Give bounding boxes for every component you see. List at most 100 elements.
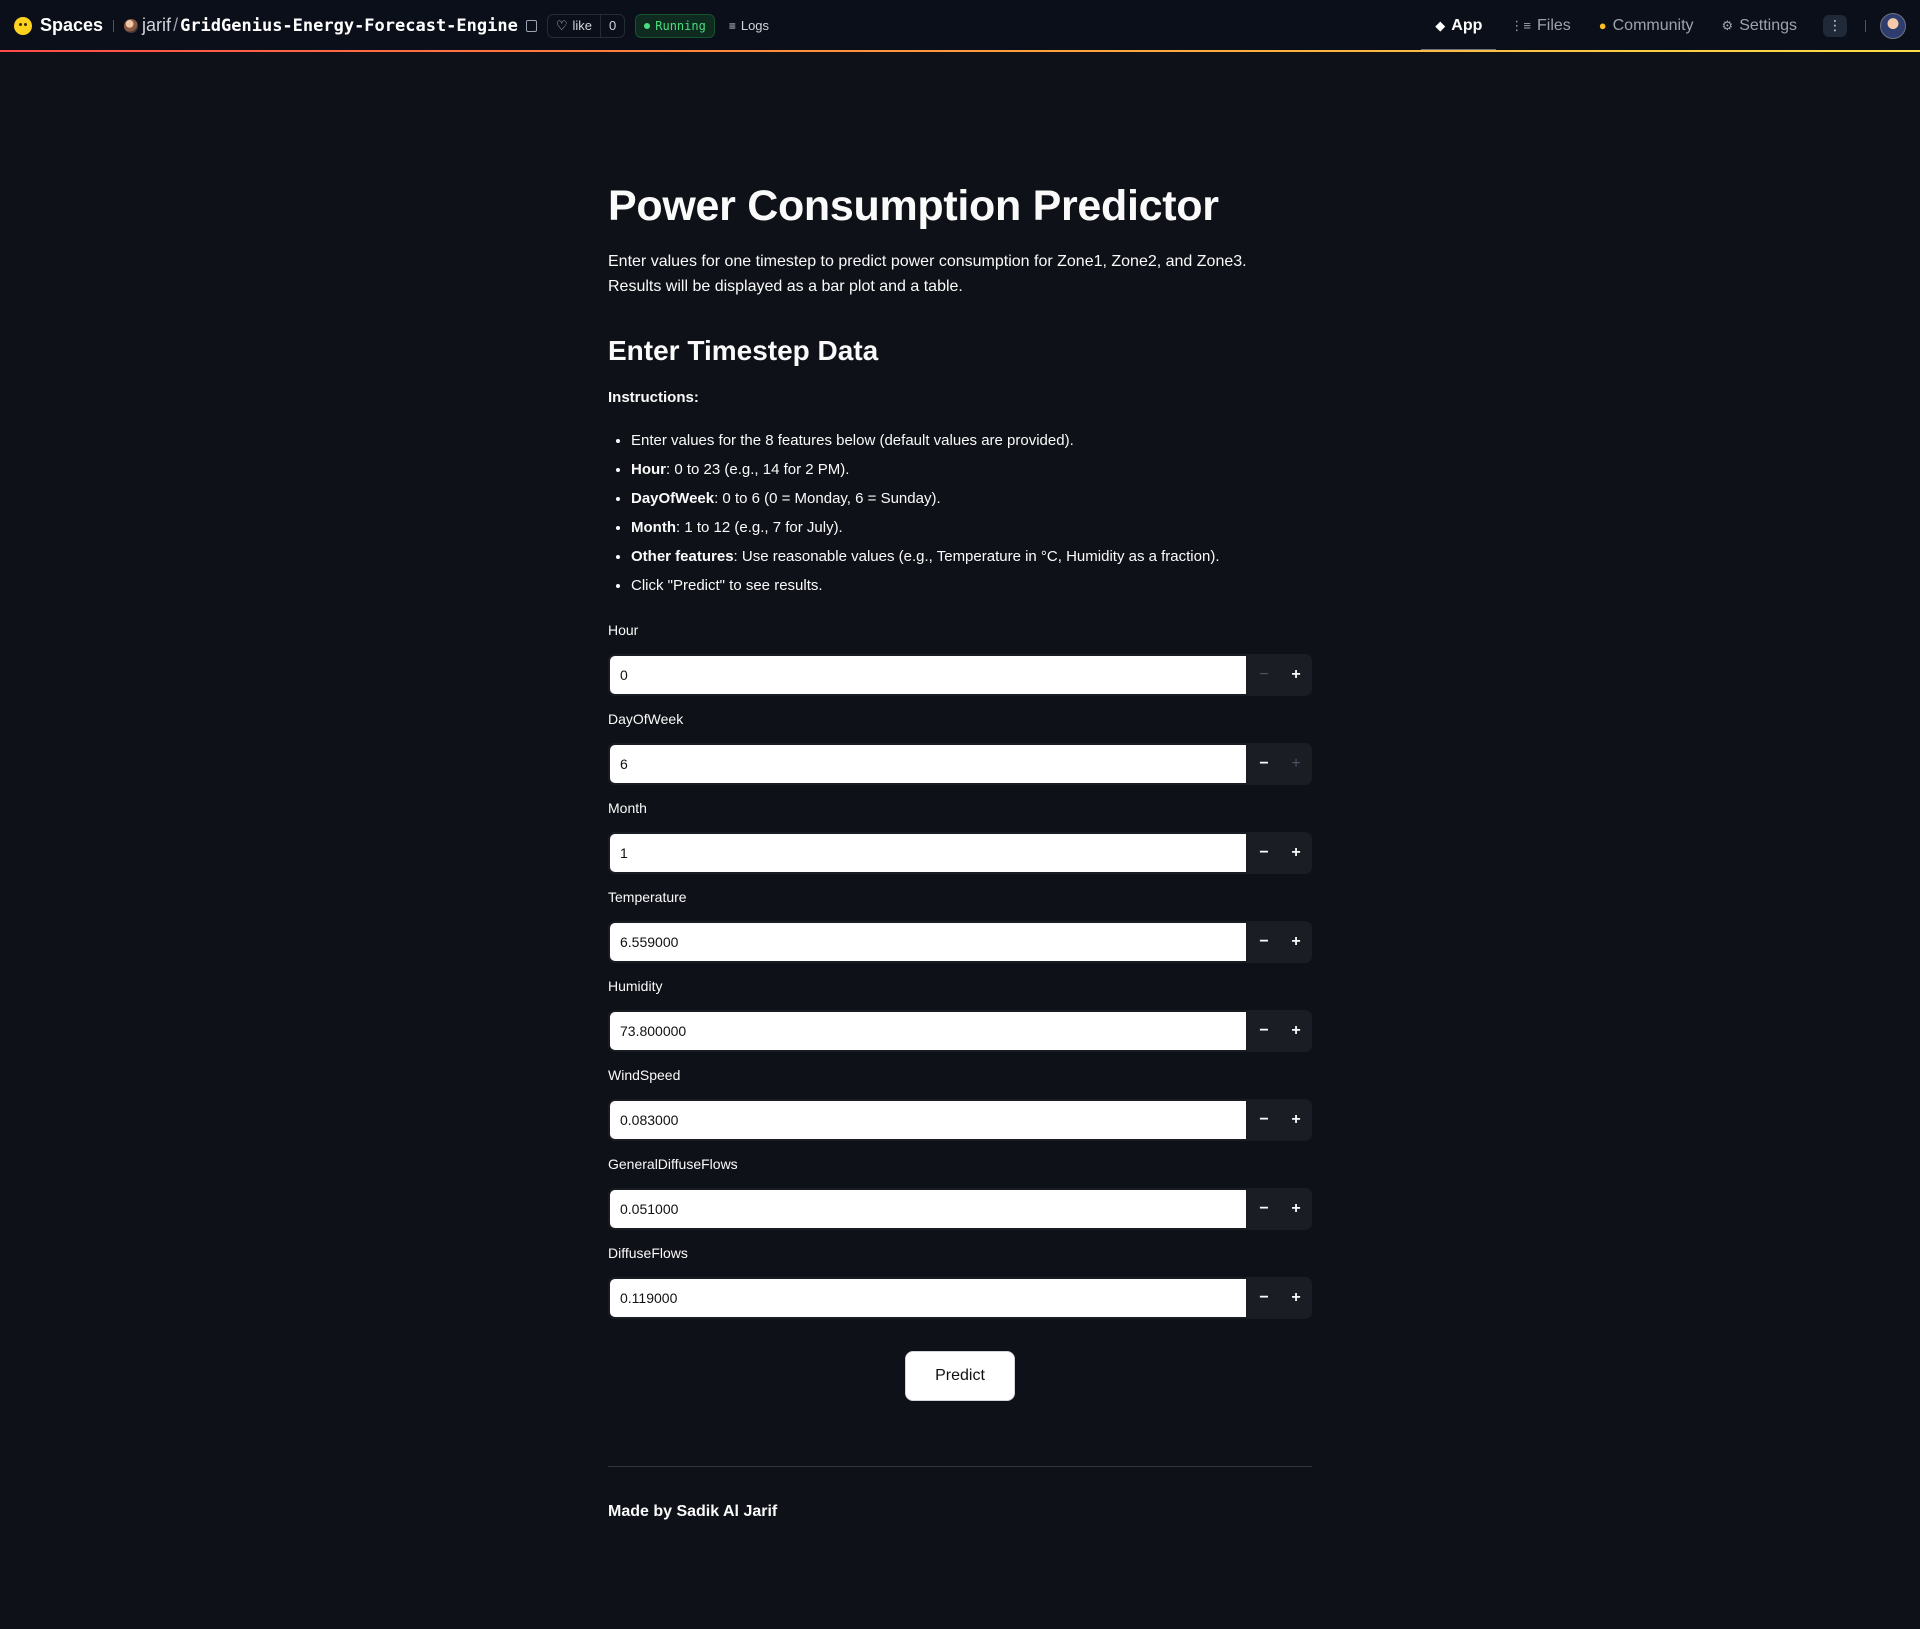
number-input-group: GeneralDiffuseFlows 0.051000− + bbox=[608, 1156, 1312, 1230]
predict-button[interactable]: Predict bbox=[905, 1351, 1015, 1401]
humidity-label: Humidity bbox=[608, 978, 663, 994]
temperature-stepper: 6.559000− + bbox=[608, 921, 1312, 963]
status-dot-icon bbox=[644, 22, 651, 29]
gear-icon: ⚙ bbox=[1721, 17, 1734, 33]
more-options-button[interactable]: ⋮ bbox=[1823, 14, 1847, 37]
top-navbar: Spaces jarif / GridGenius-Energy-Forecas… bbox=[0, 0, 1920, 51]
number-input-group: WindSpeed 0.083000− + bbox=[608, 1067, 1312, 1141]
hour-stepper: 0− + bbox=[608, 654, 1312, 696]
temperature-decrement-button[interactable]: − bbox=[1248, 921, 1280, 963]
divider bbox=[1865, 19, 1866, 32]
intro-line-1: Enter values for one timestep to predict… bbox=[608, 253, 1247, 270]
repo-name-link[interactable]: GridGenius-Energy-Forecast-Engine bbox=[180, 16, 518, 36]
page-title: Power Consumption Predictor bbox=[608, 182, 1219, 230]
tab-settings[interactable]: ⚙ Settings bbox=[1708, 0, 1811, 51]
like-count: 0 bbox=[600, 14, 624, 37]
humidity-decrement-button[interactable]: − bbox=[1248, 1010, 1280, 1052]
hour-label: Hour bbox=[608, 622, 639, 638]
tab-community-label: Community bbox=[1612, 16, 1694, 34]
heart-icon: ♡ bbox=[555, 17, 568, 33]
logs-button[interactable]: ≡ Logs bbox=[721, 14, 777, 38]
windspeed-increment-button[interactable]: + bbox=[1280, 1099, 1312, 1141]
dayofweek-input[interactable]: 6 bbox=[608, 743, 1248, 785]
tab-files[interactable]: ⋮≡ Files bbox=[1496, 0, 1584, 51]
spaces-brand[interactable]: Spaces bbox=[14, 15, 103, 36]
number-input-group: DayOfWeek 6− + bbox=[608, 711, 1312, 785]
generaldiffuseflows-stepper: 0.051000− + bbox=[608, 1188, 1312, 1230]
repo-breadcrumb: jarif / GridGenius-Energy-Forecast-Engin… bbox=[124, 15, 537, 36]
month-increment-button[interactable]: + bbox=[1280, 832, 1312, 874]
status-label: Running bbox=[655, 18, 706, 33]
dayofweek-label: DayOfWeek bbox=[608, 711, 684, 727]
windspeed-input[interactable]: 0.083000 bbox=[608, 1099, 1248, 1141]
list-item: Month: 1 to 12 (e.g., 7 for July). bbox=[631, 513, 1312, 542]
list-item: DayOfWeek: 0 to 6 (0 = Monday, 6 = Sunda… bbox=[631, 484, 1312, 513]
temperature-label: Temperature bbox=[608, 889, 687, 905]
diffuseflows-increment-button[interactable]: + bbox=[1280, 1277, 1312, 1319]
diffuseflows-decrement-button[interactable]: − bbox=[1248, 1277, 1280, 1319]
copy-icon[interactable] bbox=[525, 19, 537, 32]
feature-form: Hour 0− + DayOfWeek 6− + Month 1− + Temperature 6.… bbox=[608, 622, 1312, 1319]
app-icon: ◆ bbox=[1435, 17, 1446, 33]
list-item: Click "Predict" to see results. bbox=[631, 571, 1312, 600]
owner-avatar bbox=[124, 18, 139, 33]
generaldiffuseflows-increment-button[interactable]: + bbox=[1280, 1188, 1312, 1230]
logs-label: Logs bbox=[740, 18, 770, 33]
generaldiffuseflows-input[interactable]: 0.051000 bbox=[608, 1188, 1248, 1230]
dayofweek-increment-button[interactable]: + bbox=[1280, 743, 1312, 785]
dayofweek-stepper: 6− + bbox=[608, 743, 1312, 785]
intro-line-2: Results will be displayed as a bar plot … bbox=[608, 278, 963, 295]
logs-icon: ≡ bbox=[728, 18, 736, 33]
humidity-input[interactable]: 73.800000 bbox=[608, 1010, 1248, 1052]
hugging-face-logo-icon bbox=[14, 16, 32, 35]
month-decrement-button[interactable]: − bbox=[1248, 832, 1280, 874]
tab-files-label: Files bbox=[1536, 16, 1571, 34]
user-avatar[interactable] bbox=[1880, 12, 1906, 39]
space-tabs: ◆ App ⋮≡ Files ● Community ⚙ Settings ⋮ bbox=[1421, 0, 1906, 51]
list-item: Other features: Use reasonable values (e… bbox=[631, 542, 1312, 571]
number-input-group: Month 1− + bbox=[608, 800, 1312, 874]
tab-settings-label: Settings bbox=[1739, 16, 1797, 34]
number-input-group: Hour 0− + bbox=[608, 622, 1312, 696]
number-input-group: Temperature 6.559000− + bbox=[608, 889, 1312, 963]
hour-decrement-button[interactable]: − bbox=[1248, 654, 1280, 696]
humidity-increment-button[interactable]: + bbox=[1280, 1010, 1312, 1052]
temperature-increment-button[interactable]: + bbox=[1280, 921, 1312, 963]
diffuseflows-stepper: 0.119000− + bbox=[608, 1277, 1312, 1319]
footer-credit: Made by Sadik Al Jarif bbox=[608, 1503, 778, 1520]
intro-text: Enter values for one timestep to predict… bbox=[608, 249, 1312, 299]
brand-label: Spaces bbox=[40, 15, 104, 35]
number-input-group: Humidity 73.800000− + bbox=[608, 978, 1312, 1052]
status-badge[interactable]: Running bbox=[635, 13, 715, 38]
instructions-heading: Instructions: bbox=[608, 389, 699, 406]
diffuseflows-input[interactable]: 0.119000 bbox=[608, 1277, 1248, 1319]
generaldiffuseflows-decrement-button[interactable]: − bbox=[1248, 1188, 1280, 1230]
tab-app-label: App bbox=[1451, 16, 1483, 34]
section-title: Enter Timestep Data bbox=[608, 335, 879, 366]
temperature-input[interactable]: 6.559000 bbox=[608, 921, 1248, 963]
like-button[interactable]: ♡ like 0 bbox=[546, 13, 626, 38]
kebab-menu-icon: ⋮ bbox=[1828, 17, 1842, 33]
month-input[interactable]: 1 bbox=[608, 832, 1248, 874]
app-content: Power Consumption Predictor Enter values… bbox=[608, 52, 1312, 1521]
like-segment[interactable]: ♡ like bbox=[548, 15, 600, 37]
month-stepper: 1− + bbox=[608, 832, 1312, 874]
generaldiffuseflows-label: GeneralDiffuseFlows bbox=[608, 1156, 738, 1172]
humidity-stepper: 73.800000− + bbox=[608, 1010, 1312, 1052]
hour-increment-button[interactable]: + bbox=[1280, 654, 1312, 696]
windspeed-label: WindSpeed bbox=[608, 1067, 681, 1083]
divider bbox=[608, 1466, 1312, 1467]
tab-app[interactable]: ◆ App bbox=[1421, 0, 1497, 51]
number-input-group: DiffuseFlows 0.119000− + bbox=[608, 1245, 1312, 1319]
dayofweek-decrement-button[interactable]: − bbox=[1248, 743, 1280, 785]
community-icon: ● bbox=[1598, 18, 1607, 33]
tab-community[interactable]: ● Community bbox=[1585, 0, 1708, 51]
owner-link[interactable]: jarif bbox=[142, 15, 171, 36]
hour-input[interactable]: 0 bbox=[608, 654, 1248, 696]
instructions-list: Enter values for the 8 features below (d… bbox=[608, 426, 1312, 600]
predict-row: Predict bbox=[608, 1351, 1312, 1401]
windspeed-decrement-button[interactable]: − bbox=[1248, 1099, 1280, 1141]
month-label: Month bbox=[608, 800, 647, 816]
like-label: like bbox=[572, 18, 593, 33]
list-item: Hour: 0 to 23 (e.g., 14 for 2 PM). bbox=[631, 455, 1312, 484]
